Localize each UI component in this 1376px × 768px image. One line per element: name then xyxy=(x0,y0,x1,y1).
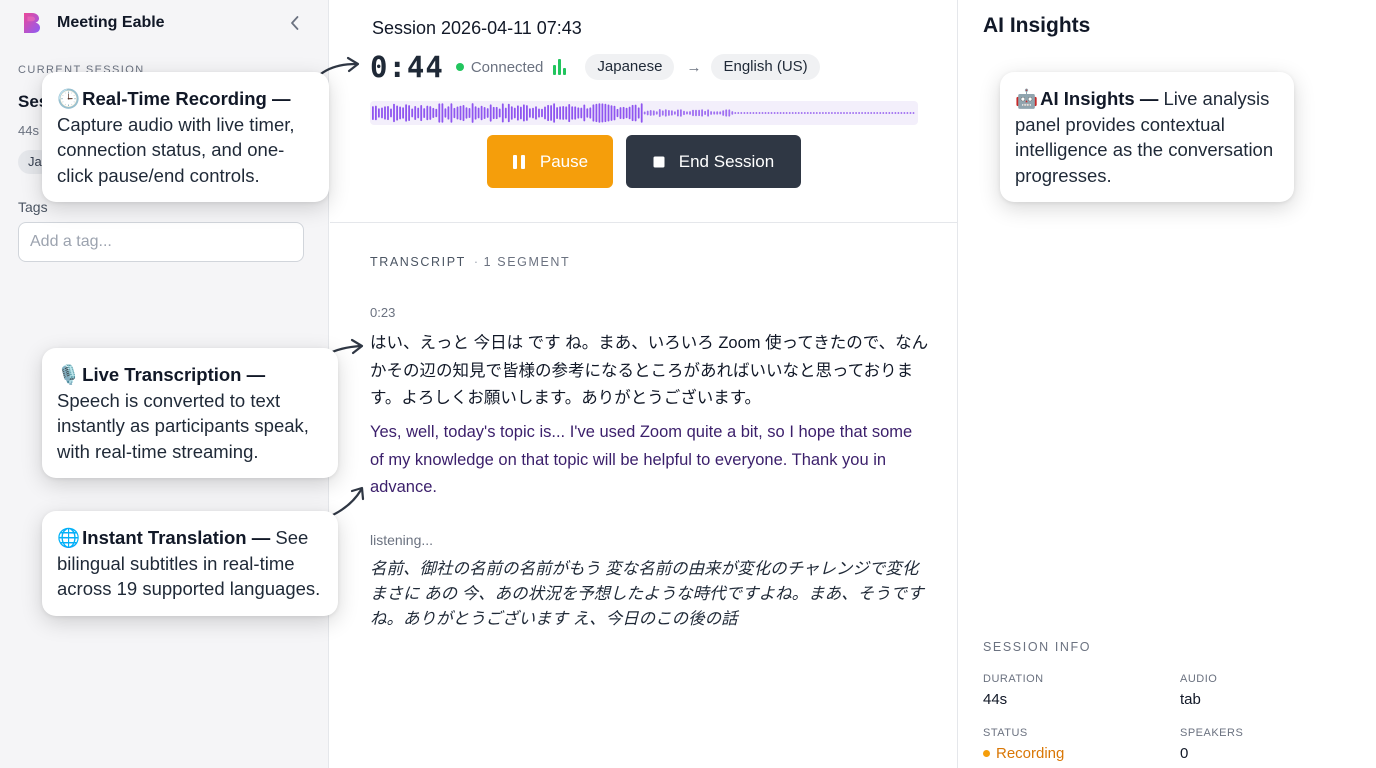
add-tag-input[interactable] xyxy=(18,222,304,262)
status-value-text: Recording xyxy=(996,745,1065,762)
callout-transcription-body: Speech is converted to text instantly as… xyxy=(57,389,309,462)
end-session-button[interactable]: End Session xyxy=(626,135,801,188)
audio-field: AUDIO tab xyxy=(1180,673,1217,708)
interim-transcript-text: 名前、御社の名前の名前がもう 変な名前の由来が変化のチャレンジで変化 まさに あ… xyxy=(370,560,924,628)
connection-status-dot xyxy=(455,63,464,71)
collapse-sidebar-button[interactable] xyxy=(285,12,305,34)
app-name: Meeting Eable xyxy=(57,14,165,31)
status-label: STATUS xyxy=(983,727,1028,739)
callout-insights-title: AI Insights xyxy=(1040,88,1135,109)
tags-label: Tags xyxy=(18,199,48,215)
callout-live-transcription: 🎙️ Live Transcription — Speech is conver… xyxy=(42,348,338,478)
callout-ai-insights: 🤖 AI Insights — Live analysis panel prov… xyxy=(1000,72,1294,202)
duration-label: DURATION xyxy=(983,673,1044,685)
segment-translation-text: Yes, well, today's topic is... I've used… xyxy=(370,423,913,496)
app-logo-icon xyxy=(24,13,40,33)
stop-icon xyxy=(653,156,665,168)
globe-icon: 🌐 xyxy=(57,527,81,548)
duration-field: DURATION 44s xyxy=(983,673,1044,708)
listening-indicator: listening... xyxy=(370,532,434,548)
brand[interactable]: Meeting Eable xyxy=(22,12,165,34)
source-language-chip[interactable]: Japanese xyxy=(585,54,675,80)
section-divider xyxy=(330,222,957,223)
arrow-right-icon: → xyxy=(686,58,702,76)
session-info-label: SESSION INFO xyxy=(983,640,1092,654)
transcript-header: TRANSCRIPT · 1 SEGMENT xyxy=(370,255,571,269)
segment-original-text: はい、えっと 今日は です ね。まあ、いろいろ Zoom 使ってきたので、なんか… xyxy=(370,334,929,407)
waveform-graphic xyxy=(372,103,915,123)
segment-timestamp: 0:23 xyxy=(370,305,396,320)
speakers-value: 0 xyxy=(1180,745,1189,762)
status-field: STATUS Recording xyxy=(983,727,1064,762)
audio-waveform xyxy=(370,101,918,125)
target-language-chip[interactable]: English (US) xyxy=(711,54,820,80)
chevron-left-icon xyxy=(291,16,299,30)
speakers-field: SPEAKERS 0 xyxy=(1180,727,1243,762)
callout-instant-translation: 🌐 Instant Translation — See bilingual su… xyxy=(42,511,338,616)
signal-bars-icon xyxy=(553,59,569,75)
callout-real-time-recording: 🕒 Real-Time Recording — Capture audio wi… xyxy=(42,72,329,202)
end-session-button-label: End Session xyxy=(678,151,775,171)
pause-button[interactable]: Pause xyxy=(487,135,613,188)
callout-recording-body: Capture audio with live timer, connectio… xyxy=(57,113,295,186)
clock-icon: 🕒 xyxy=(57,88,81,109)
duration-value: 44s xyxy=(983,691,1008,708)
current-session-duration: 44s xyxy=(18,123,39,138)
robot-icon: 🤖 xyxy=(1015,88,1039,109)
main-panel: Session 2026-04-11 07:43 0:44 Connected … xyxy=(330,0,957,768)
pause-icon xyxy=(512,154,526,170)
pause-button-label: Pause xyxy=(539,151,589,171)
status-value: Recording xyxy=(983,745,1064,762)
audio-label: AUDIO xyxy=(1180,673,1218,685)
ai-insights-title: AI Insights xyxy=(983,14,1091,37)
recording-dot-icon xyxy=(983,750,990,757)
callout-translation-title: Instant Translation xyxy=(82,527,247,548)
microphone-icon: 🎙️ xyxy=(57,364,81,385)
speakers-label: SPEAKERS xyxy=(1180,727,1244,739)
audio-value: tab xyxy=(1180,691,1201,708)
transcript-label: TRANSCRIPT xyxy=(370,255,466,269)
callout-transcription-title: Live Transcription xyxy=(82,364,242,385)
segment-count: 1 SEGMENT xyxy=(483,255,571,269)
session-title: Session 2026-04-11 07:43 xyxy=(372,18,582,38)
recording-status-row: 0:44 Connected Japanese → English (US) xyxy=(370,48,820,86)
connection-status-text: Connected xyxy=(470,58,544,76)
callout-recording-title: Real-Time Recording xyxy=(82,88,267,109)
recording-timer: 0:44 xyxy=(370,50,444,84)
